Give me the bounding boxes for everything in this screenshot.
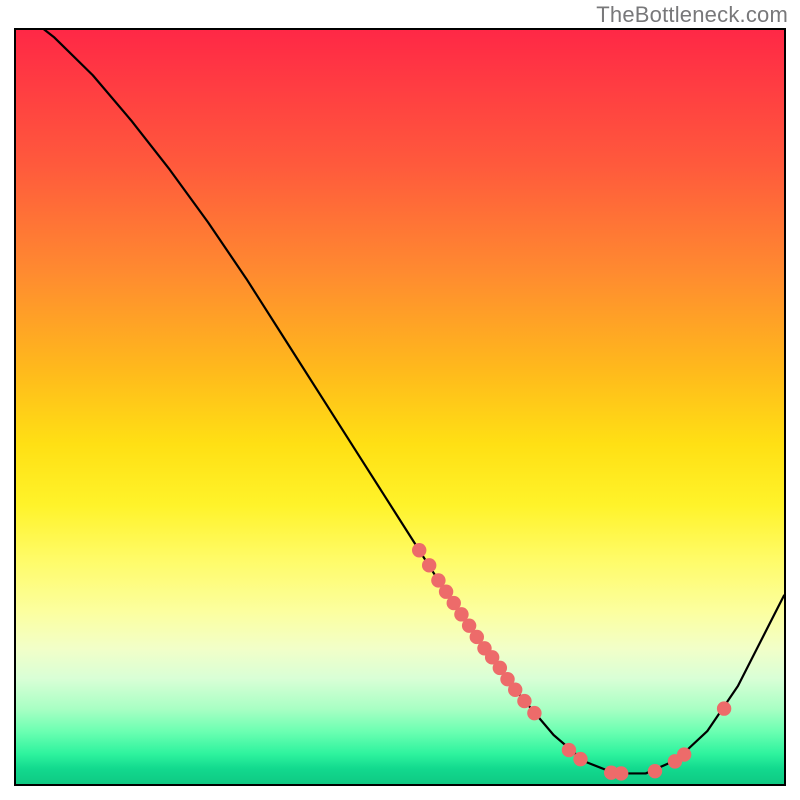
data-point <box>412 543 426 557</box>
chart-container: TheBottleneck.com <box>0 0 800 800</box>
data-points-group <box>412 543 731 781</box>
bottleneck-curve <box>16 30 784 773</box>
plot-area <box>14 28 786 786</box>
data-point <box>573 752 587 766</box>
data-point <box>508 683 522 697</box>
data-point <box>517 694 531 708</box>
data-point <box>562 743 576 757</box>
data-point <box>527 706 541 720</box>
watermark-text: TheBottleneck.com <box>596 2 788 28</box>
data-point <box>422 558 436 572</box>
data-point <box>717 701 731 715</box>
data-point <box>677 747 691 761</box>
chart-svg <box>16 30 784 784</box>
data-point <box>614 766 628 780</box>
data-point <box>648 764 662 778</box>
